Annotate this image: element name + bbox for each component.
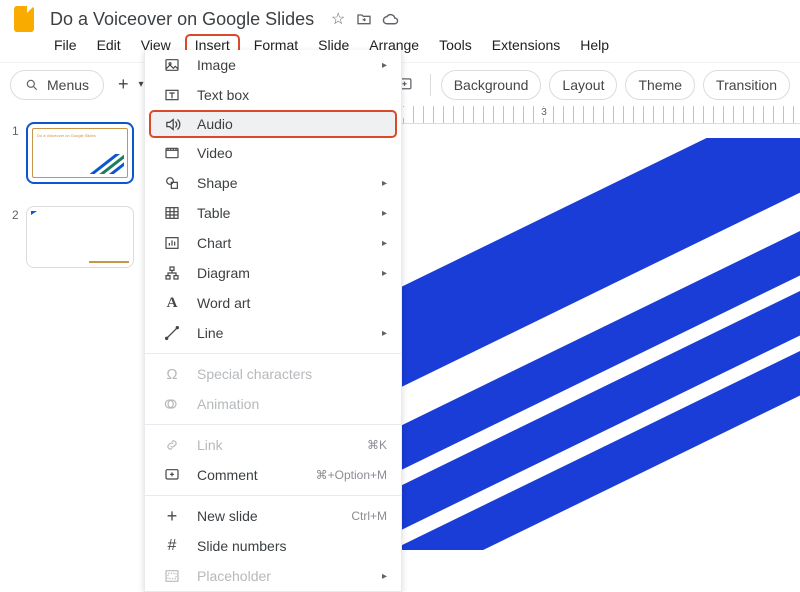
menu-item-label: Shape: [197, 175, 237, 191]
link-icon: [161, 437, 183, 453]
background-button[interactable]: Background: [441, 70, 542, 100]
menus-search-button[interactable]: Menus: [10, 70, 104, 100]
slide-number: 2: [12, 206, 26, 268]
plus-icon: +: [161, 506, 183, 527]
line-icon: [161, 325, 183, 341]
submenu-arrow-icon: ▸: [382, 328, 387, 339]
slide-thumbnail-1[interactable]: 1 Do a Voiceover on Google Slides: [0, 116, 144, 200]
menu-separator: [145, 424, 401, 425]
menu-item-animation: Animation: [145, 389, 401, 419]
shape-icon: [161, 175, 183, 191]
menu-item-image[interactable]: Image ▸: [145, 50, 401, 80]
menu-extensions[interactable]: Extensions: [486, 34, 566, 56]
menu-item-label: Audio: [197, 116, 233, 132]
menu-file[interactable]: File: [48, 34, 83, 56]
submenu-arrow-icon: ▸: [382, 571, 387, 582]
placeholder-icon: [161, 568, 183, 584]
menu-item-label: Animation: [197, 396, 259, 412]
menu-item-label: Diagram: [197, 265, 250, 281]
menu-item-link: Link ⌘K: [145, 430, 401, 460]
menu-separator: [145, 495, 401, 496]
menu-item-label: Image: [197, 57, 236, 73]
animation-icon: [161, 396, 183, 412]
decorative-corner: [31, 211, 37, 215]
slide-thumbnail[interactable]: [26, 206, 134, 268]
slide-number: 1: [12, 122, 26, 184]
wordart-icon: A: [161, 295, 183, 312]
insert-menu-dropdown: Image ▸ Text box Audio Video Shape ▸ Tab…: [144, 50, 402, 592]
menu-item-label: Text box: [197, 87, 249, 103]
menu-item-diagram[interactable]: Diagram ▸: [145, 258, 401, 288]
menu-shortcut: ⌘K: [367, 438, 387, 452]
menu-item-textbox[interactable]: Text box: [145, 80, 401, 110]
cloud-status-icon[interactable]: [378, 11, 402, 28]
submenu-arrow-icon: ▸: [382, 208, 387, 219]
slide-content: Do a Voiceover on Google Slides: [32, 128, 128, 178]
menu-item-special-characters: Ω Special characters: [145, 359, 401, 389]
slide-thumbnail-2[interactable]: 2: [0, 200, 144, 284]
title-icons: ☆: [324, 9, 402, 29]
menu-item-video[interactable]: Video: [145, 138, 401, 168]
menu-help[interactable]: Help: [574, 34, 615, 56]
menu-tools[interactable]: Tools: [433, 34, 478, 56]
plus-icon: +: [113, 70, 134, 99]
ruler-mark: 3: [539, 107, 549, 118]
slide-thumbnail[interactable]: Do a Voiceover on Google Slides: [26, 122, 134, 184]
hash-icon: #: [161, 537, 183, 555]
menu-item-label: Placeholder: [197, 568, 271, 584]
header: Do a Voiceover on Google Slides ☆ File E…: [0, 0, 800, 56]
menu-item-comment[interactable]: Comment ⌘+Option+M: [145, 460, 401, 490]
chart-icon: [161, 235, 183, 251]
diagram-icon: [161, 265, 183, 281]
menu-edit[interactable]: Edit: [91, 34, 127, 56]
menu-item-wordart[interactable]: A Word art: [145, 288, 401, 318]
menu-item-label: Chart: [197, 235, 231, 251]
video-icon: [161, 145, 183, 161]
menu-shortcut: Ctrl+M: [351, 509, 387, 523]
table-icon: [161, 205, 183, 221]
menu-item-slide-numbers[interactable]: # Slide numbers: [145, 531, 401, 561]
omega-icon: Ω: [161, 366, 183, 383]
menu-item-label: Line: [197, 325, 223, 341]
slide-panel: 1 Do a Voiceover on Google Slides 2: [0, 106, 144, 550]
layout-button[interactable]: Layout: [549, 70, 617, 100]
menu-item-label: Slide numbers: [197, 538, 287, 554]
menu-item-label: Comment: [197, 467, 258, 483]
audio-icon: [161, 116, 183, 133]
move-folder-icon[interactable]: [352, 11, 376, 27]
menu-item-label: Table: [197, 205, 230, 221]
submenu-arrow-icon: ▸: [382, 268, 387, 279]
submenu-arrow-icon: ▸: [382, 238, 387, 249]
image-icon: [161, 57, 183, 73]
comment-icon: [161, 467, 183, 483]
menu-separator: [145, 353, 401, 354]
textbox-icon: [161, 87, 183, 103]
menu-item-label: Special characters: [197, 366, 312, 382]
menus-label: Menus: [47, 77, 89, 93]
menu-item-new-slide[interactable]: + New slide Ctrl+M: [145, 501, 401, 531]
decorative-lines: [86, 154, 124, 174]
menu-item-shape[interactable]: Shape ▸: [145, 168, 401, 198]
submenu-arrow-icon: ▸: [382, 60, 387, 71]
decorative-corner: [89, 261, 129, 264]
menu-item-label: Word art: [197, 295, 250, 311]
doc-title[interactable]: Do a Voiceover on Google Slides: [50, 9, 314, 30]
toolbar-separator: [430, 74, 431, 96]
transition-button[interactable]: Transition: [703, 70, 790, 100]
menu-item-table[interactable]: Table ▸: [145, 198, 401, 228]
theme-button[interactable]: Theme: [625, 70, 695, 100]
menu-item-label: Video: [197, 145, 233, 161]
slide-title-text: Do a Voiceover on Google Slides: [37, 133, 123, 138]
star-icon[interactable]: ☆: [326, 9, 350, 29]
menu-item-label: New slide: [197, 508, 258, 524]
menu-shortcut: ⌘+Option+M: [316, 468, 387, 482]
menu-item-chart[interactable]: Chart ▸: [145, 228, 401, 258]
menu-item-placeholder: Placeholder ▸: [145, 561, 401, 591]
menu-item-label: Link: [197, 437, 223, 453]
slides-logo-icon[interactable]: [14, 6, 34, 32]
submenu-arrow-icon: ▸: [382, 178, 387, 189]
menu-item-line[interactable]: Line ▸: [145, 318, 401, 348]
menu-item-audio[interactable]: Audio: [149, 110, 397, 138]
title-row: Do a Voiceover on Google Slides ☆: [0, 6, 800, 32]
